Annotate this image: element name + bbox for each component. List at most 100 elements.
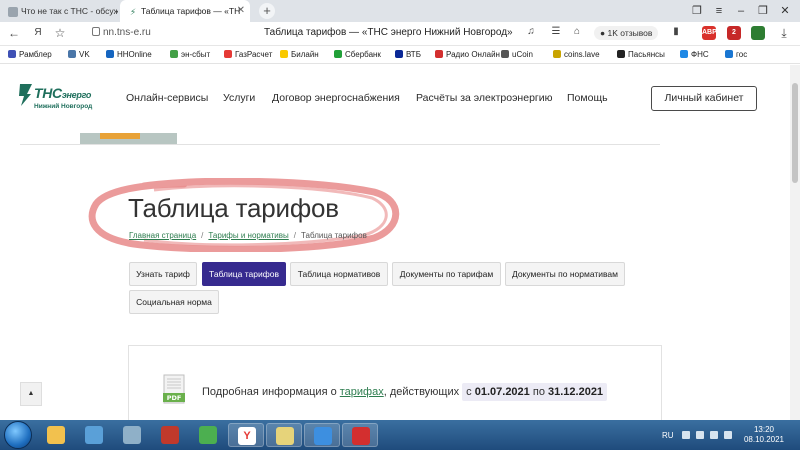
tab-norms-documents[interactable]: Документы по нормативам <box>505 262 625 286</box>
minimize-icon[interactable]: – <box>730 0 752 22</box>
tab-find-tariff[interactable]: Узнать тариф <box>129 262 197 286</box>
bookmark-item[interactable]: Пасьянсы <box>617 50 665 59</box>
reader-icon[interactable]: ☰ <box>548 26 564 37</box>
nav-services[interactable]: Услуги <box>223 92 255 104</box>
bookmark-favicon-icon <box>680 50 688 58</box>
url-field[interactable]: nn.tns-e.ru <box>92 27 151 38</box>
tray-up-icon[interactable] <box>682 431 690 439</box>
tab-norms-table[interactable]: Таблица нормативов <box>290 262 388 286</box>
bookmark-icon[interactable]: ▮ <box>668 26 684 37</box>
breadcrumb-tariffs[interactable]: Тарифы и нормативы <box>208 231 288 240</box>
bookmark-favicon-icon <box>501 50 509 58</box>
tabs-menu-icon[interactable]: ❐ <box>686 0 708 22</box>
bookmark-item[interactable]: coins.lave <box>553 50 600 59</box>
bookmark-item[interactable]: ГазРасчет <box>224 50 272 59</box>
close-window-icon[interactable]: ✕ <box>774 0 796 22</box>
bookmark-label: гос <box>736 50 748 59</box>
bookmark-item[interactable]: Сбербанк <box>334 50 381 59</box>
abp-icon[interactable]: ABP <box>702 26 717 40</box>
bookmark-item[interactable]: Радио Онлайн <box>435 50 500 59</box>
tab-tariff-table[interactable]: Таблица тарифов <box>202 262 286 286</box>
svg-text:PDF: PDF <box>167 394 182 402</box>
page-scrollbar[interactable] <box>790 65 800 420</box>
taskbar-app[interactable]: Y <box>228 423 264 447</box>
bookmark-favicon-icon <box>334 50 342 58</box>
taskbar-app[interactable] <box>152 423 188 447</box>
tab-title: Таблица тарифов — «ТН <box>141 6 241 16</box>
start-button[interactable] <box>4 421 32 449</box>
badge-icon[interactable]: 2 <box>727 26 741 40</box>
tab-tariff-documents[interactable]: Документы по тарифам <box>392 262 501 286</box>
lock-icon <box>92 27 100 36</box>
new-tab-button[interactable]: + <box>259 3 275 19</box>
language-indicator[interactable]: RU <box>662 431 674 440</box>
flag-icon[interactable] <box>696 431 704 439</box>
browser-tab-1[interactable]: Что не так с ТНС - обсуж <box>0 0 118 22</box>
bookmarks-bar: Рамблер VK HHOnline эн-сбыт ГазРасчет Билайн С… <box>0 46 800 64</box>
media-icon <box>85 426 103 444</box>
reviews-badge[interactable]: ● 1K отзывов <box>594 26 659 40</box>
bookmark-item[interactable]: Рамблер <box>8 50 52 59</box>
bookmark-star-icon[interactable]: ☆ <box>52 26 68 40</box>
network-tray-icon[interactable] <box>710 431 718 439</box>
bookmark-label: ФНС <box>691 50 709 59</box>
breadcrumb-home[interactable]: Главная страница <box>129 231 196 240</box>
logo-brand-suffix: энерго <box>61 90 92 100</box>
bookmark-label: HHOnline <box>117 50 152 59</box>
taskbar-app[interactable] <box>190 423 226 447</box>
headphones-icon[interactable]: ♫ <box>523 26 539 37</box>
yandex-home-icon[interactable]: Я <box>30 27 46 38</box>
bookmark-label: ВТБ <box>406 50 421 59</box>
tab-social-norm[interactable]: Социальная норма <box>129 290 219 314</box>
nav-online-services[interactable]: Онлайн-сервисы <box>126 92 208 104</box>
bookmark-label: coins.lave <box>564 50 600 59</box>
bookmark-favicon-icon <box>8 50 16 58</box>
photo-icon <box>199 426 217 444</box>
menu-icon[interactable]: ≡ <box>708 0 730 22</box>
taskbar-app[interactable] <box>342 423 378 447</box>
close-tab-icon[interactable]: ✕ <box>237 0 245 22</box>
extension-icon[interactable] <box>751 26 765 40</box>
bookmark-favicon-icon <box>280 50 288 58</box>
url-text: nn.tns-e.ru <box>103 27 151 38</box>
yandex-browser-icon: Y <box>238 427 256 445</box>
tariff-info-text: Подробная информация о тарифах, действую… <box>202 383 608 401</box>
volume-icon[interactable] <box>724 431 732 439</box>
banner-image[interactable] <box>80 133 177 144</box>
nav-payments[interactable]: Расчёты за электроэнергию <box>416 92 552 104</box>
taskbar-app[interactable] <box>114 423 150 447</box>
tab-title: Что не так с ТНС - обсуж <box>21 6 118 16</box>
window-controls: ❐ ≡ – ❐ ✕ <box>686 0 796 22</box>
download-icon[interactable]: ⤓ <box>776 26 792 41</box>
pdf-file-icon[interactable]: PDF <box>163 374 185 404</box>
breadcrumb-separator: / <box>201 231 204 240</box>
taskbar-app[interactable] <box>266 423 302 447</box>
taskbar-app[interactable] <box>38 423 74 447</box>
bookmark-item[interactable]: ВТБ <box>395 50 421 59</box>
scroll-up-button[interactable]: ▲ <box>20 382 42 406</box>
bookmark-favicon-icon <box>435 50 443 58</box>
bookmark-item[interactable]: HHOnline <box>106 50 152 59</box>
taskbar-app[interactable] <box>76 423 112 447</box>
lock-icon[interactable]: ⌂ <box>569 26 585 37</box>
bookmark-item[interactable]: Билайн <box>280 50 319 59</box>
site-logo[interactable]: ТНСэнерго Нижний Новгород <box>18 82 108 122</box>
taskbar-app[interactable] <box>304 423 340 447</box>
clock[interactable]: 13:20 08.10.2021 <box>740 425 788 445</box>
scrollbar-thumb[interactable] <box>792 83 798 183</box>
tariffs-link[interactable]: тарифах <box>340 386 384 398</box>
nav-contract[interactable]: Договор энергоснабжения <box>272 92 400 104</box>
bookmark-item[interactable]: ФНС <box>680 50 709 59</box>
from-date: 01.07.2021 <box>474 386 530 398</box>
restore-icon[interactable]: ❐ <box>752 0 774 22</box>
bookmark-item[interactable]: VK <box>68 50 90 59</box>
archive-icon <box>161 426 179 444</box>
personal-cabinet-button[interactable]: Личный кабинет <box>651 86 757 111</box>
back-icon[interactable]: ← <box>6 26 22 40</box>
bookmark-favicon-icon <box>725 50 733 58</box>
bookmark-item[interactable]: гос <box>725 50 747 59</box>
browser-tab-2[interactable]: ⚡ Таблица тарифов — «ТН ✕ <box>120 0 250 22</box>
bookmark-item[interactable]: uCoin <box>501 50 533 59</box>
bookmark-item[interactable]: эн-сбыт <box>170 50 210 59</box>
nav-help[interactable]: Помощь <box>567 92 608 104</box>
